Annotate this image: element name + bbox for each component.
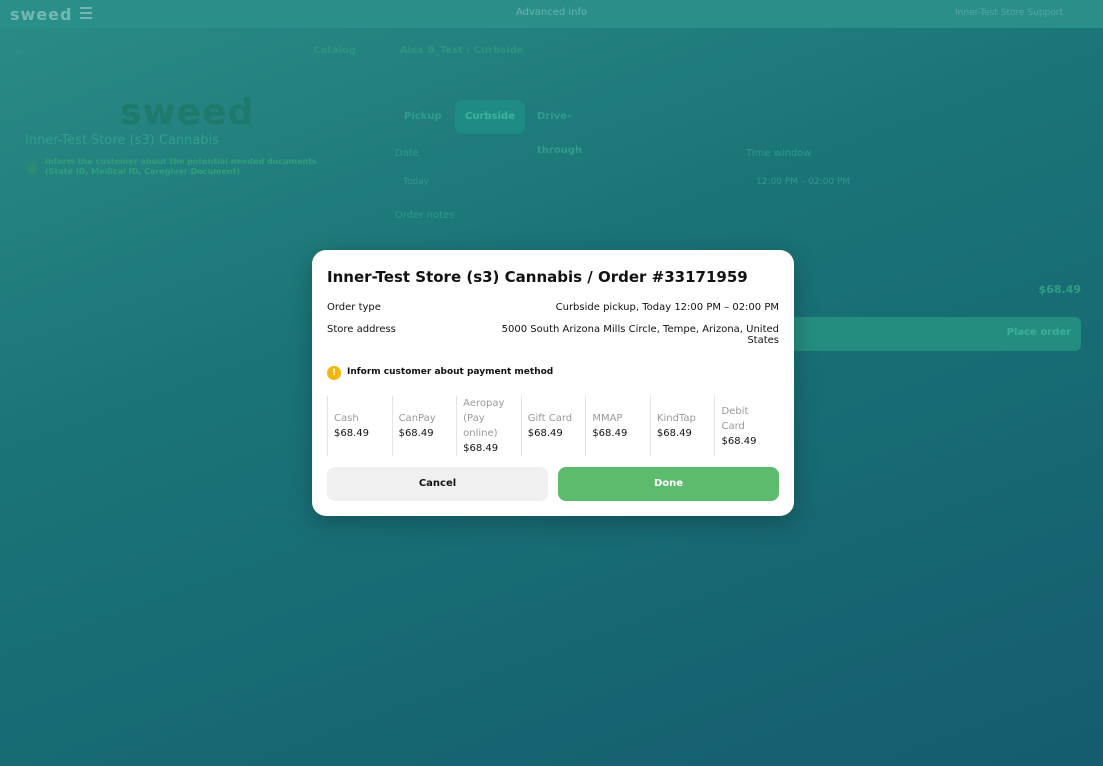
documents-info-text: Inform the customer about the potential …: [45, 157, 317, 176]
payment-method-amount: $68.49: [334, 428, 369, 439]
payment-method-item[interactable]: Cash $68.49: [327, 396, 392, 456]
breadcrumb: Catalog Alex B_Test / Curbside: [313, 45, 564, 56]
date-field[interactable]: Today: [403, 177, 429, 187]
breadcrumb-catalog[interactable]: Catalog: [313, 45, 356, 56]
payment-method-item[interactable]: CanPay $68.49: [391, 396, 457, 456]
top-bar: sweed Advanced info Inner-Test Store Sup…: [0, 0, 1103, 28]
warning-icon: !: [327, 366, 341, 380]
payment-method-item[interactable]: KindTap $68.49: [649, 396, 715, 456]
payment-warning-text: Inform customer about payment method: [347, 367, 554, 377]
payment-method-amount: $68.49: [398, 428, 434, 439]
date-label: Date: [395, 148, 419, 159]
store-address-line-1: 5000 South Arizona Mills Circle, Tempe, …: [501, 324, 779, 335]
payment-method-name: MMAP: [592, 413, 623, 424]
order-type-value: Curbside pickup, Today 12:00 PM – 02:00 …: [555, 302, 779, 313]
payment-method-name: Gift Card: [527, 413, 573, 424]
breadcrumb-order: Alex B_Test / Curbside: [399, 45, 524, 56]
done-button[interactable]: Done: [558, 467, 779, 501]
modal-title: Inner-Test Store (s3) Cannabis / Order #…: [327, 268, 748, 286]
time-window-field[interactable]: 12:00 PM – 02:00 PM: [756, 177, 850, 187]
store-address-line-2: States: [747, 335, 779, 346]
payment-method-name: Cash: [334, 413, 359, 424]
advanced-info-link[interactable]: Advanced info: [0, 7, 1103, 18]
payment-method-item[interactable]: MMAP $68.49: [585, 396, 650, 456]
payment-method-item[interactable]: Aeropay (Pay online) $68.49: [456, 396, 521, 456]
order-total: $68.49: [1038, 283, 1081, 296]
payment-method-amount: $68.49: [721, 435, 757, 447]
store-logo: sweed: [120, 92, 255, 133]
order-type-label: Order type: [327, 302, 381, 313]
info-icon: [26, 162, 38, 174]
payment-method-amount: $68.49: [527, 428, 563, 439]
order-notes-label: Order notes: [395, 210, 455, 221]
payment-method-amount: $68.49: [592, 428, 628, 439]
tab-pickup[interactable]: Pickup: [404, 100, 442, 134]
place-order-button[interactable]: Place order: [760, 317, 1081, 351]
payment-method-item[interactable]: Debit Card $68.49: [714, 396, 779, 456]
tab-curbside[interactable]: Curbside: [455, 100, 525, 134]
payment-method-name: Card: [721, 420, 745, 432]
place-order-label: Place order: [1006, 327, 1071, 338]
payment-methods-list: Cash $68.49 CanPay $68.49 Aeropay (Pay online)…: [327, 396, 779, 456]
store-support-label: Inner-Test Store Support: [955, 8, 1063, 18]
store-title: Inner-Test Store (s3) Cannabis: [25, 133, 219, 148]
payment-method-name: Aeropay: [463, 398, 505, 409]
cancel-button[interactable]: Cancel: [327, 467, 548, 501]
payment-method-name: Debit: [721, 405, 749, 417]
store-address-value: 5000 South Arizona Mills Circle, Tempe, …: [502, 324, 779, 346]
order-confirmation-modal: Inner-Test Store (s3) Cannabis / Order #…: [312, 250, 794, 516]
time-window-label: Time window: [746, 148, 812, 159]
payment-method-amount: $68.49: [656, 428, 692, 439]
payment-method-name: (Pay: [463, 413, 485, 424]
back-arrow-icon[interactable]: ←: [14, 44, 24, 58]
payment-method-name: KindTap: [656, 413, 696, 424]
store-address-label: Store address: [327, 324, 396, 335]
payment-method-name: online): [463, 428, 498, 439]
payment-method-item[interactable]: Gift Card $68.49: [520, 396, 586, 456]
payment-method-amount: $68.49: [463, 443, 499, 454]
tab-drive-through[interactable]: Drive-through: [537, 100, 582, 156]
payment-method-name: CanPay: [398, 413, 436, 424]
